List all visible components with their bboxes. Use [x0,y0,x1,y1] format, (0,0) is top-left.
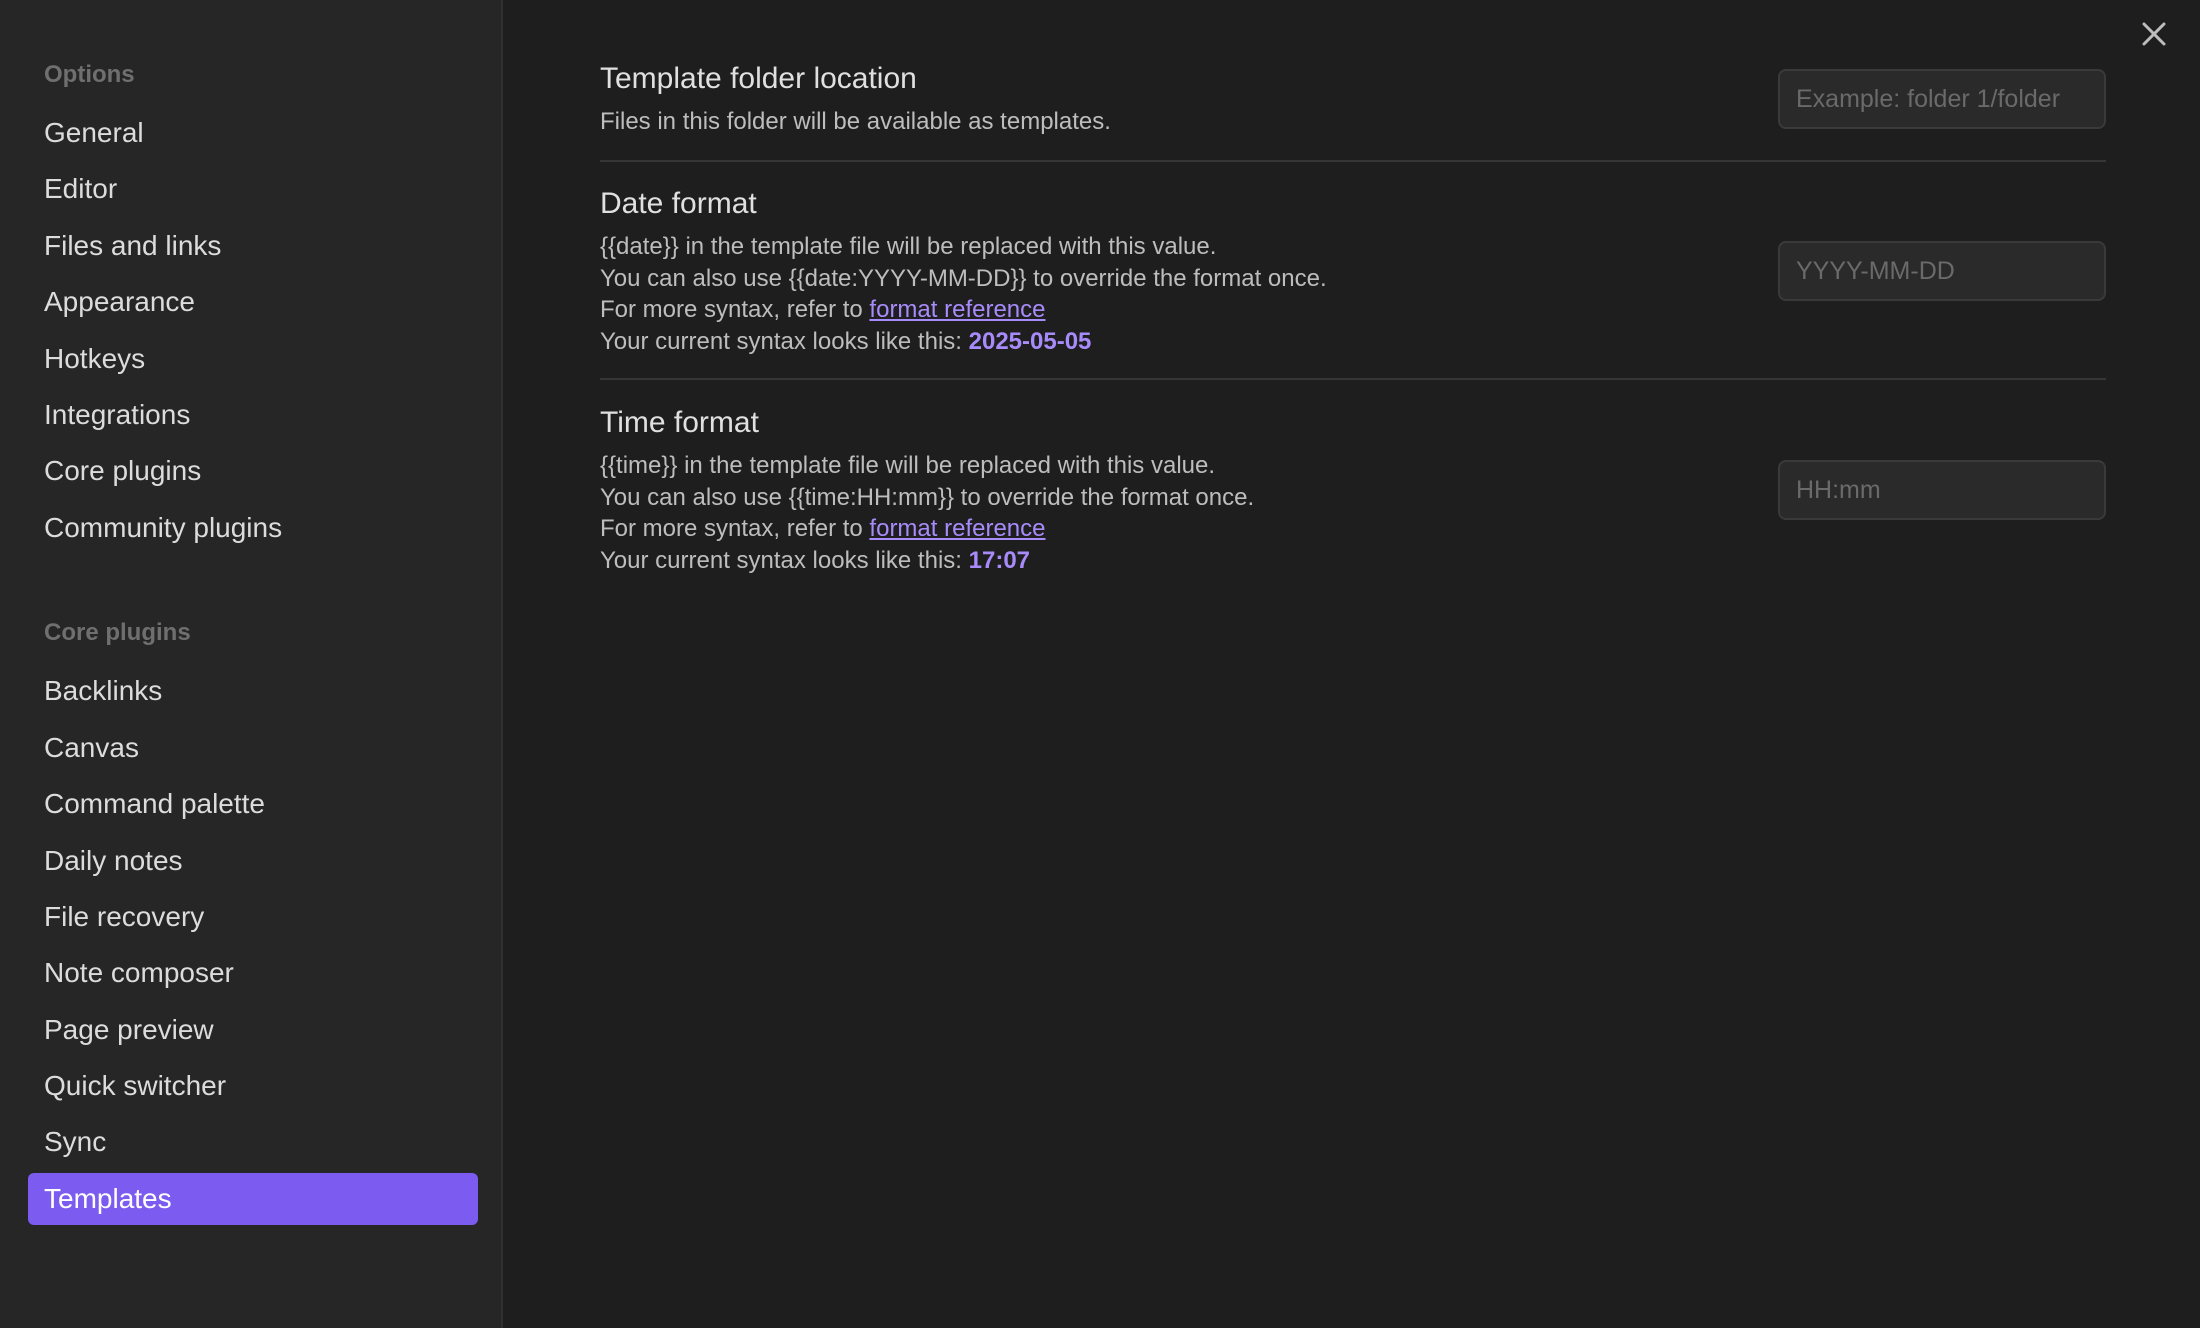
sidebar-item-templates[interactable]: Templates [28,1173,478,1225]
desc-text: Your current syntax looks like this: [600,546,969,574]
current-date-preview: 2025-05-05 [968,327,1092,355]
desc-line: Your current syntax looks like this: 17:… [600,545,2106,577]
sidebar-item-quick-switcher[interactable]: Quick switcher [28,1060,478,1112]
template-folder-input[interactable] [1778,69,2106,129]
sidebar-item-editor[interactable]: Editor [28,163,478,215]
current-time-preview: 17:07 [968,546,1031,574]
desc-line: Your current syntax looks like this: 202… [600,326,2106,358]
sidebar-item-general[interactable]: General [28,107,478,159]
setting-title: Date format [600,187,757,220]
close-icon [2142,22,2166,46]
sidebar-item-sync[interactable]: Sync [28,1116,478,1168]
sidebar-item-backlinks[interactable]: Backlinks [28,665,478,717]
settings-sidebar: Options General Editor Files and links A… [0,0,503,1328]
sidebar-item-page-preview[interactable]: Page preview [28,1004,478,1056]
sidebar-item-note-composer[interactable]: Note composer [28,947,478,999]
desc-text: For more syntax, refer to [600,296,870,323]
setting-title: Time format [600,406,759,439]
sidebar-item-hotkeys[interactable]: Hotkeys [28,333,478,385]
sidebar-item-canvas[interactable]: Canvas [28,722,478,774]
divider [600,378,2106,380]
sidebar-item-appearance[interactable]: Appearance [28,276,478,328]
sidebar-heading-core-plugins: Core plugins [44,619,191,646]
divider [600,160,2106,162]
sidebar-item-integrations[interactable]: Integrations [28,389,478,441]
settings-window: Options General Editor Files and links A… [0,0,2200,1328]
time-format-input[interactable] [1778,460,2106,520]
sidebar-item-files-and-links[interactable]: Files and links [28,220,478,272]
sidebar-item-community-plugins[interactable]: Community plugins [28,502,478,554]
sidebar-heading-options: Options [44,61,135,88]
format-reference-link[interactable]: format reference [869,515,1045,542]
format-reference-link[interactable]: format reference [869,296,1045,323]
date-format-input[interactable] [1778,241,2106,301]
sidebar-item-command-palette[interactable]: Command palette [28,778,478,830]
desc-text: For more syntax, refer to [600,515,870,542]
settings-content: Template folder location Files in this f… [503,0,2200,1328]
sidebar-item-core-plugins[interactable]: Core plugins [28,445,478,497]
desc-text: Your current syntax looks like this: [600,327,969,355]
sidebar-item-file-recovery[interactable]: File recovery [28,891,478,943]
close-button[interactable] [2134,14,2174,54]
sidebar-item-daily-notes[interactable]: Daily notes [28,835,478,887]
